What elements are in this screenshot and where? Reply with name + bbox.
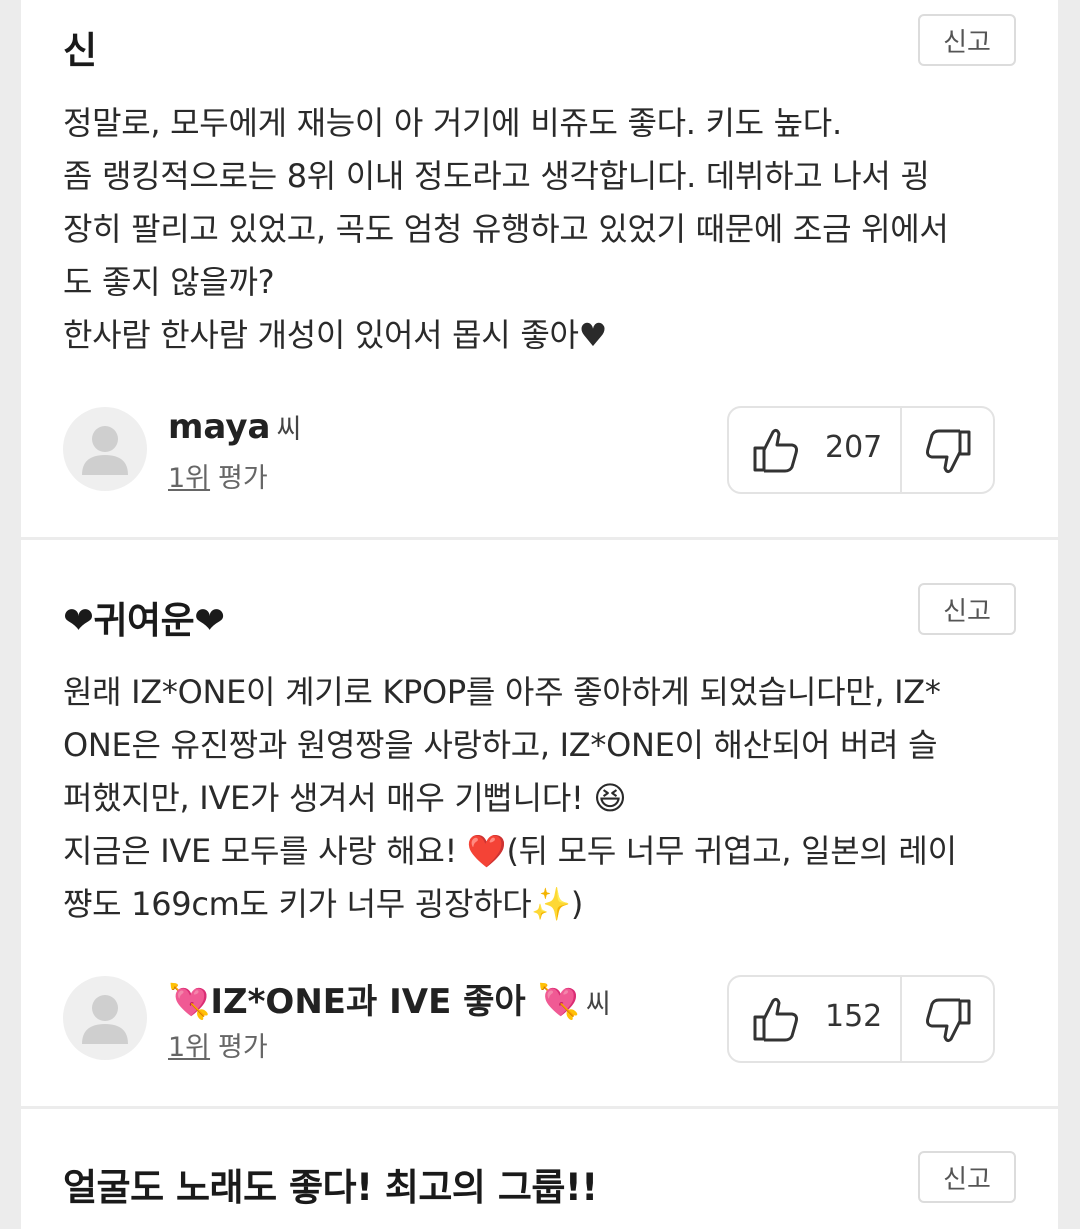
vote-box: 207 [727,406,995,494]
user-avatar-icon [63,407,147,491]
rank-link[interactable]: 1위 [168,463,210,494]
rating-meta: 1위 평가 [168,1025,268,1064]
author-nickname[interactable]: maya [168,407,270,447]
rating-label: 평가 [218,463,268,494]
author-honorific: 씨 [276,414,302,445]
report-button[interactable]: 신고 [918,583,1016,635]
comment-title: ❤귀여운❤ [63,599,225,642]
report-button[interactable]: 신고 [918,14,1016,66]
author-name[interactable]: 💘IZ*ONE과 IVE 좋아 💘 씨 [168,974,611,1023]
dislike-button[interactable] [902,977,993,1061]
like-count: 207 [825,430,883,465]
comment-feed: 신 신고 정말로, 모두에게 재능이 아 거기에 비쥬도 좋다. 키도 높다. … [21,0,1058,1229]
thumbs-down-icon [926,998,971,1043]
like-button[interactable]: 207 [729,408,900,492]
rank-link[interactable]: 1위 [168,1032,210,1063]
report-button[interactable]: 신고 [918,1151,1016,1203]
comment-card: ❤귀여운❤ 신고 원래 IZ*ONE이 계기로 KPOP를 아주 좋아하게 되었… [21,540,1058,1106]
comment-card: 신 신고 정말로, 모두에게 재능이 아 거기에 비쥬도 좋다. 키도 높다. … [21,0,1058,537]
rating-meta: 1위 평가 [168,456,268,495]
author-nickname[interactable]: 💘IZ*ONE과 IVE 좋아 💘 [168,982,580,1022]
comment-title: 신 [63,29,97,72]
comment-body: 원래 IZ*ONE이 계기로 KPOP를 아주 좋아하게 되었습니다만, IZ*… [63,673,957,923]
vote-box: 152 [727,975,995,1063]
author-honorific: 씨 [585,989,611,1020]
rating-label: 평가 [218,1032,268,1063]
dislike-button[interactable] [902,408,993,492]
comment-title: 얼굴도 노래도 좋다! 최고의 그룹!! [63,1166,598,1209]
thumbs-up-icon [753,428,798,473]
thumbs-down-icon [926,429,971,474]
comment-body: 정말로, 모두에게 재능이 아 거기에 비쥬도 좋다. 키도 높다. 좀 랭킹적… [63,104,949,354]
comment-card: 얼굴도 노래도 좋다! 최고의 그룹!! 신고 [21,1109,1058,1229]
thumbs-up-icon [753,997,798,1042]
like-count: 152 [825,999,883,1034]
like-button[interactable]: 152 [729,977,900,1061]
user-avatar-icon [63,976,147,1060]
author-name[interactable]: maya 씨 [168,407,301,447]
